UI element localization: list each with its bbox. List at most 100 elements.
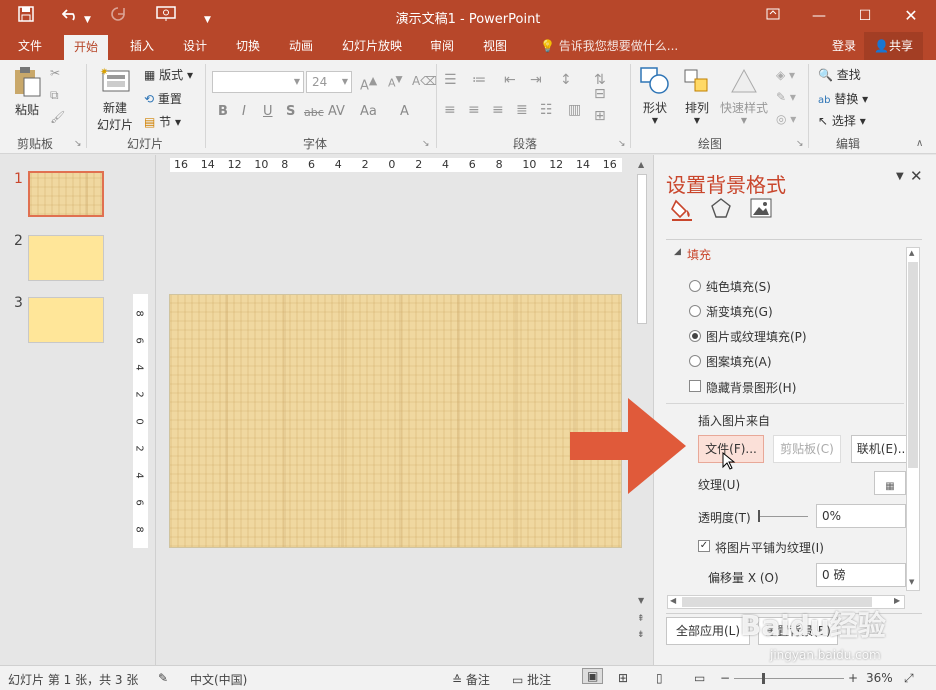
clipboard-button[interactable]: 剪贴板(C) (773, 435, 841, 463)
distribute-icon[interactable]: ☷ (540, 102, 553, 118)
grow-font-icon[interactable]: A▲ (360, 74, 377, 93)
apply-to-all-button[interactable]: 全部应用(L) (666, 617, 750, 645)
texture-picker[interactable]: ▦ (874, 471, 906, 495)
format-painter-icon[interactable]: 🖌 (50, 110, 65, 124)
font-name-combo[interactable]: ▼ (212, 71, 304, 93)
new-slide-button[interactable]: ✷ 新建 幻灯片 (92, 66, 138, 133)
zoom-slider-handle[interactable] (762, 673, 765, 684)
section-button[interactable]: ▤ 节 ▾ (144, 113, 181, 130)
tile-as-texture-checkbox[interactable]: ✓ (698, 540, 710, 552)
previous-slide-icon[interactable]: ⇞ (637, 614, 645, 624)
undo-icon[interactable] (61, 6, 80, 27)
redo-icon[interactable] (110, 6, 126, 27)
tab-design[interactable]: 设计 (173, 32, 217, 60)
paste-button[interactable]: 粘贴 (10, 66, 44, 118)
tab-slideshow[interactable]: 幻灯片放映 (332, 32, 412, 60)
line-spacing-icon[interactable]: ↕ (560, 72, 572, 88)
zoom-level[interactable]: 36% (866, 671, 893, 685)
bold-button[interactable]: B (218, 104, 228, 119)
copy-icon[interactable]: ⧉ (50, 88, 59, 103)
align-text-icon[interactable]: ⊟ (594, 86, 606, 102)
drawing-launcher-icon[interactable]: ↘ (796, 139, 804, 149)
numbering-icon[interactable]: ≔ (472, 72, 486, 88)
strikethrough-button[interactable]: abc (304, 106, 324, 119)
paragraph-launcher-icon[interactable]: ↘ (618, 139, 626, 149)
picture-texture-fill-label[interactable]: 图片或纹理填充(P) (706, 328, 807, 345)
spelling-icon[interactable]: ✎ (158, 671, 168, 685)
gradient-fill-label[interactable]: 渐变填充(G) (706, 303, 773, 320)
slide-sorter-icon[interactable]: ⊞ (618, 671, 628, 685)
shape-fill-icon[interactable]: ◈ ▾ (776, 68, 795, 82)
collapse-ribbon-icon[interactable]: ∧ (916, 138, 923, 149)
present-from-start-icon[interactable] (156, 6, 176, 27)
hide-bg-graphics-label[interactable]: 隐藏背景图形(H) (706, 379, 796, 396)
scroll-left-icon[interactable]: ◀ (670, 596, 676, 605)
pane-close-icon[interactable]: ✕ (910, 167, 923, 185)
columns-icon[interactable]: ▥ (568, 102, 581, 118)
clear-format-icon[interactable]: A⌫ (412, 74, 437, 88)
scroll-down-icon[interactable]: ▼ (909, 578, 914, 586)
zoom-in-icon[interactable]: + (848, 671, 858, 685)
slide-thumbnail-1[interactable] (28, 171, 104, 217)
scroll-up-icon[interactable]: ▲ (909, 249, 914, 257)
tile-as-texture-label[interactable]: 将图片平铺为纹理(I) (715, 539, 824, 556)
clipboard-launcher-icon[interactable]: ↘ (74, 139, 82, 149)
find-button[interactable]: 🔍 查找 (818, 66, 861, 83)
undo-dropdown-icon[interactable]: ▼ (84, 10, 91, 30)
underline-button[interactable]: U (263, 104, 273, 119)
minimize-button[interactable]: — (796, 0, 842, 32)
scroll-up-icon[interactable]: ▲ (638, 160, 644, 169)
language-indicator[interactable]: 中文(中国) (190, 671, 247, 688)
align-right-icon[interactable]: ≡ (492, 102, 504, 118)
scroll-right-icon[interactable]: ▶ (894, 596, 900, 605)
offset-x-input[interactable]: 0 磅 (816, 563, 906, 587)
change-case-button[interactable]: Aa (360, 104, 377, 119)
bullets-icon[interactable]: ☰ (444, 72, 457, 88)
effects-tab-icon[interactable] (710, 197, 732, 222)
collapse-triangle-icon[interactable]: ◢ (674, 247, 681, 257)
next-slide-icon[interactable]: ⇟ (637, 630, 645, 640)
align-center-icon[interactable]: ≡ (468, 102, 480, 118)
slide-thumbnail-3[interactable] (28, 297, 104, 343)
transparency-slider[interactable] (760, 516, 808, 517)
normal-view-icon[interactable]: ▣ (582, 668, 604, 684)
char-spacing-button[interactable]: AV (328, 104, 345, 119)
tab-file[interactable]: 文件 (8, 32, 52, 60)
comments-button[interactable]: ▭ 批注 (512, 671, 551, 688)
smartart-icon[interactable]: ⊞ (594, 108, 606, 124)
scrollbar-thumb[interactable] (637, 174, 647, 324)
reading-view-icon[interactable]: ▯ (656, 671, 663, 685)
close-button[interactable]: ✕ (888, 0, 934, 32)
shapes-button[interactable]: 形状 ▼ (638, 66, 672, 125)
scroll-down-icon[interactable]: ▼ (638, 596, 644, 605)
shape-outline-icon[interactable]: ✎ ▾ (776, 90, 796, 104)
quick-styles-button[interactable]: 快速样式 ▼ (718, 66, 770, 125)
pane-options-icon[interactable]: ▼ (896, 171, 904, 182)
tab-view[interactable]: 视图 (473, 32, 517, 60)
maximize-button[interactable]: ☐ (842, 0, 888, 32)
pane-vertical-scrollbar[interactable]: ▲ ▼ (906, 247, 920, 591)
tab-review[interactable]: 审阅 (420, 32, 464, 60)
scrollbar-thumb[interactable] (908, 262, 918, 468)
justify-icon[interactable]: ≣ (516, 102, 528, 118)
decrease-indent-icon[interactable]: ⇤ (504, 72, 516, 88)
slider-handle[interactable] (758, 510, 760, 522)
transparency-input[interactable]: 0% (816, 504, 906, 528)
slide-counter[interactable]: 幻灯片 第 1 张，共 3 张 (8, 671, 138, 688)
cut-icon[interactable]: ✂ (50, 66, 60, 80)
radio-solid-fill[interactable] (689, 280, 701, 292)
notes-button[interactable]: ≙ 备注 (452, 671, 490, 688)
font-launcher-icon[interactable]: ↘ (422, 139, 430, 149)
select-button[interactable]: ↖ 选择 ▾ (818, 112, 866, 129)
solid-fill-label[interactable]: 纯色填充(S) (706, 278, 771, 295)
radio-picture-texture-fill[interactable] (689, 330, 701, 342)
fill-section-header[interactable]: 填充 (687, 246, 711, 263)
zoom-slider[interactable] (734, 678, 844, 679)
slideshow-icon[interactable]: ▭ (694, 671, 705, 685)
shape-effects-icon[interactable]: ◎ ▾ (776, 112, 796, 126)
zoom-out-icon[interactable]: − (720, 671, 730, 685)
tab-home[interactable]: 开始 (64, 35, 109, 60)
picture-tab-icon[interactable] (750, 198, 772, 221)
font-size-combo[interactable]: 24 ▼ (306, 71, 352, 93)
hide-bg-graphics-checkbox[interactable] (689, 380, 701, 392)
